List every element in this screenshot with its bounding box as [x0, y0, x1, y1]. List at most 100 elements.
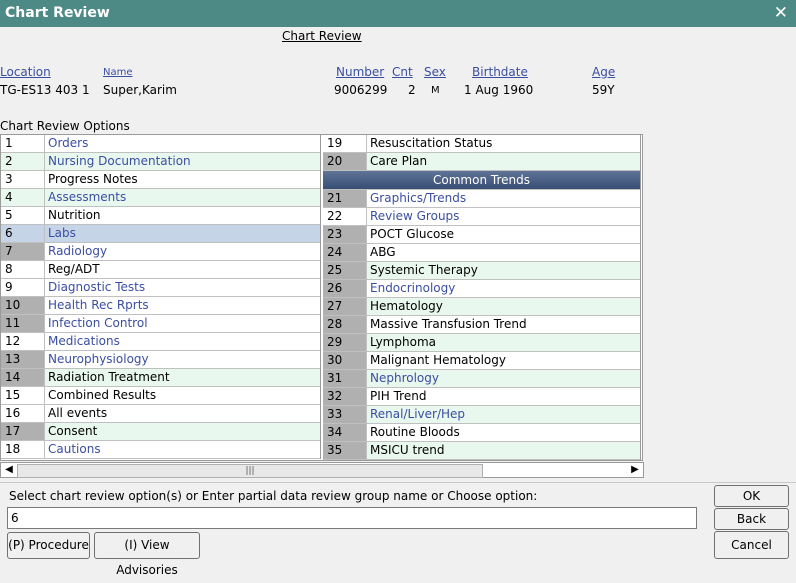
option-label: All events	[48, 406, 108, 420]
option-row[interactable]: 35 MSICU trend	[323, 442, 640, 460]
option-row[interactable]: 13 Neurophysiology	[1, 351, 320, 369]
title-bar: Chart Review ✕	[0, 0, 796, 27]
option-number: 14	[1, 369, 45, 386]
option-row[interactable]: 4 Assessments	[1, 189, 320, 207]
birthdate-header[interactable]: Birthdate	[472, 65, 528, 79]
name-header[interactable]: Name	[103, 67, 133, 78]
option-label: Reg/ADT	[48, 262, 100, 276]
option-row[interactable]: 31 Nephrology	[323, 370, 640, 388]
option-row[interactable]: 29 Lymphoma	[323, 334, 640, 352]
option-row[interactable]: 26 Endocrinology	[323, 280, 640, 298]
option-label[interactable]: Labs	[45, 225, 320, 242]
option-row[interactable]: 20 Care Plan	[323, 153, 640, 171]
option-label[interactable]: Graphics/Trends	[367, 190, 640, 207]
option-label[interactable]: Health Rec Rprts	[45, 297, 320, 314]
age-header[interactable]: Age	[592, 65, 615, 79]
option-number: 10	[1, 297, 45, 314]
cnt-header[interactable]: Cnt	[392, 65, 413, 79]
option-number: 9	[1, 279, 45, 296]
option-number: 6	[1, 225, 45, 242]
option-label[interactable]: Assessments	[45, 189, 320, 206]
option-label[interactable]: Infection Control	[45, 315, 320, 332]
option-row[interactable]: 32 PIH Trend	[323, 388, 640, 406]
option-number: 24	[323, 244, 367, 261]
option-label[interactable]: Orders	[45, 135, 320, 152]
page-heading: Chart Review	[282, 29, 362, 43]
ok-button[interactable]: OK	[714, 485, 789, 507]
option-row[interactable]: 6 Labs	[1, 225, 320, 243]
option-number: 17	[1, 423, 45, 440]
number-header[interactable]: Number	[336, 65, 384, 79]
location-header[interactable]: Location	[0, 65, 51, 79]
option-label[interactable]: Nephrology	[367, 370, 640, 387]
option-row[interactable]: 25 Systemic Therapy	[323, 262, 640, 280]
option-label: Massive Transfusion Trend	[370, 317, 527, 331]
option-number: 31	[323, 370, 367, 387]
option-row[interactable]: 33 Renal/Liver/Hep	[323, 406, 640, 424]
option-number: 12	[1, 333, 45, 350]
option-row[interactable]: 28 Massive Transfusion Trend	[323, 316, 640, 334]
option-row[interactable]: 18 Cautions	[1, 441, 320, 459]
option-label[interactable]: Diagnostic Tests	[45, 279, 320, 296]
option-number: 30	[323, 352, 367, 369]
option-row[interactable]: 34 Routine Bloods	[323, 424, 640, 442]
option-number: 23	[323, 226, 367, 243]
option-label[interactable]: Review Groups	[367, 208, 640, 225]
option-label[interactable]: Renal/Liver/Hep	[367, 406, 640, 423]
scroll-right-icon[interactable]: ▶	[628, 463, 642, 477]
option-row[interactable]: 16 All events	[1, 405, 320, 423]
option-row[interactable]: 8 Reg/ADT	[1, 261, 320, 279]
prompt-label: Select chart review option(s) or Enter p…	[9, 489, 538, 503]
option-row[interactable]: 23 POCT Glucose	[323, 226, 640, 244]
option-row[interactable]: 1 Orders	[1, 135, 320, 153]
option-label: Lymphoma	[370, 335, 436, 349]
cnt-value: 2	[408, 83, 416, 97]
option-label: Nutrition	[48, 208, 101, 222]
option-label: PIH Trend	[370, 389, 427, 403]
option-row[interactable]: 21 Graphics/Trends	[323, 190, 640, 208]
option-row[interactable]: 22 Review Groups	[323, 208, 640, 226]
option-label[interactable]: Nursing Documentation	[45, 153, 320, 170]
option-input[interactable]: 6	[7, 507, 697, 529]
option-number: 32	[323, 388, 367, 405]
procedure-button[interactable]: (P) Procedure	[7, 532, 90, 559]
option-row[interactable]: 11 Infection Control	[1, 315, 320, 333]
scroll-left-icon[interactable]: ◀	[2, 463, 16, 477]
horizontal-scrollbar[interactable]: ◀ ||| ▶	[0, 462, 644, 478]
option-label[interactable]: Cautions	[45, 441, 320, 458]
view-advisories-button[interactable]: (I) View Advisories	[94, 532, 200, 577]
option-label[interactable]: Medications	[45, 333, 320, 350]
option-row[interactable]: 19 Resuscitation Status	[323, 135, 640, 153]
option-row[interactable]: 24 ABG	[323, 244, 640, 262]
option-row[interactable]: 2 Nursing Documentation	[1, 153, 320, 171]
option-label: ABG	[370, 245, 396, 259]
option-row[interactable]: 5 Nutrition	[1, 207, 320, 225]
option-number: 13	[1, 351, 45, 368]
option-row[interactable]: 27 Hematology	[323, 298, 640, 316]
option-row[interactable]: 30 Malignant Hematology	[323, 352, 640, 370]
option-row[interactable]: 7 Radiology	[1, 243, 320, 261]
option-number: 1	[1, 135, 45, 152]
age-value: 59Y	[592, 83, 615, 97]
back-button[interactable]: Back	[714, 508, 789, 530]
option-row[interactable]: 3 Progress Notes	[1, 171, 320, 189]
option-label[interactable]: Endocrinology	[367, 280, 640, 297]
sex-header[interactable]: Sex	[424, 65, 446, 79]
option-row[interactable]: 15 Combined Results	[1, 387, 320, 405]
option-number: 3	[1, 171, 45, 188]
option-row[interactable]: 14 Radiation Treatment	[1, 369, 320, 387]
scroll-thumb[interactable]: |||	[17, 464, 483, 478]
option-row[interactable]: 12 Medications	[1, 333, 320, 351]
option-label[interactable]: Radiology	[45, 243, 320, 260]
option-number: 28	[323, 316, 367, 333]
option-row[interactable]: 9 Diagnostic Tests	[1, 279, 320, 297]
option-row[interactable]: 10 Health Rec Rprts	[1, 297, 320, 315]
option-number: 29	[323, 334, 367, 351]
cancel-button[interactable]: Cancel	[714, 531, 789, 559]
option-row[interactable]: 17 Consent	[1, 423, 320, 441]
common-trends-header: Common Trends	[323, 171, 640, 190]
sex-value: M	[431, 85, 440, 96]
option-number: 8	[1, 261, 45, 278]
option-label[interactable]: Neurophysiology	[45, 351, 320, 368]
close-icon[interactable]: ✕	[774, 3, 788, 23]
